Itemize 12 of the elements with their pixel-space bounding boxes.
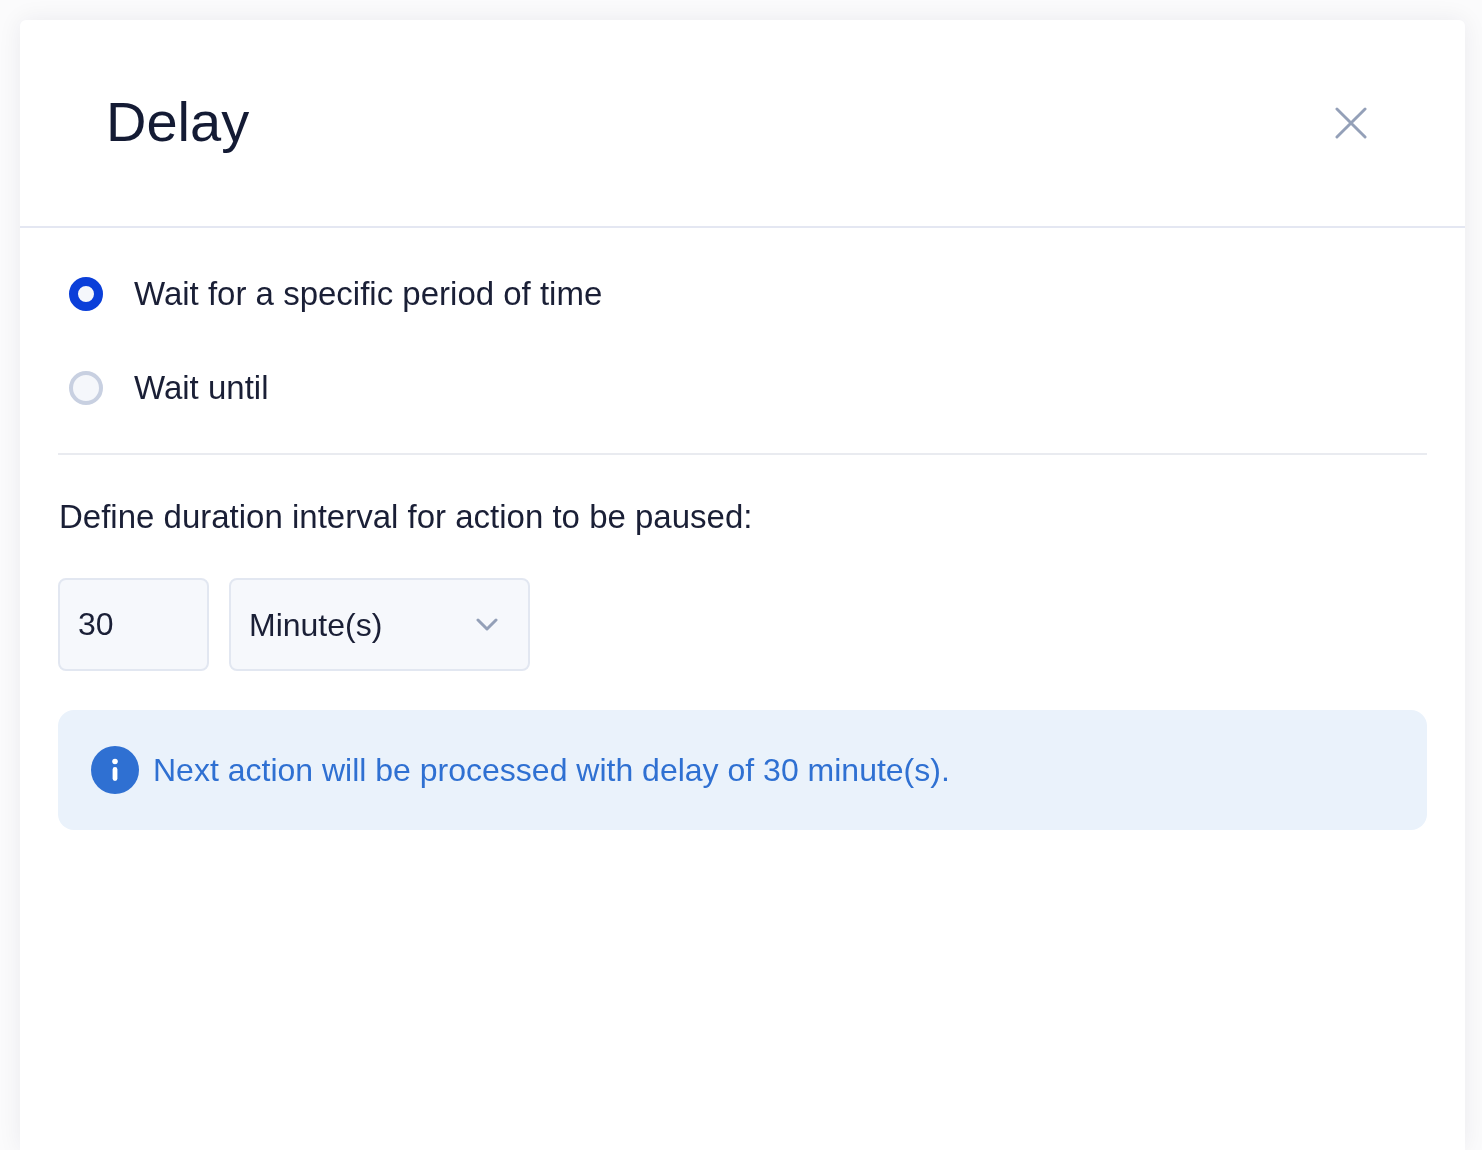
close-icon xyxy=(1335,107,1367,139)
duration-label: Define duration interval for action to be paused: xyxy=(58,497,753,537)
chevron-down-icon xyxy=(476,618,498,631)
amount-field[interactable]: 30 xyxy=(58,578,209,671)
info-message: Next action will be processed with delay of 30 minute(s). xyxy=(153,751,950,790)
option-label[interactable]: Wait for a specific period of time xyxy=(134,274,603,314)
radio-button[interactable] xyxy=(69,277,103,311)
close-button[interactable] xyxy=(1333,105,1369,141)
dialog-title: Delay xyxy=(106,90,250,155)
option-label[interactable]: Wait until xyxy=(134,368,269,408)
info-icon xyxy=(91,746,139,794)
unit-dropdown[interactable]: Minute(s) xyxy=(229,578,530,671)
